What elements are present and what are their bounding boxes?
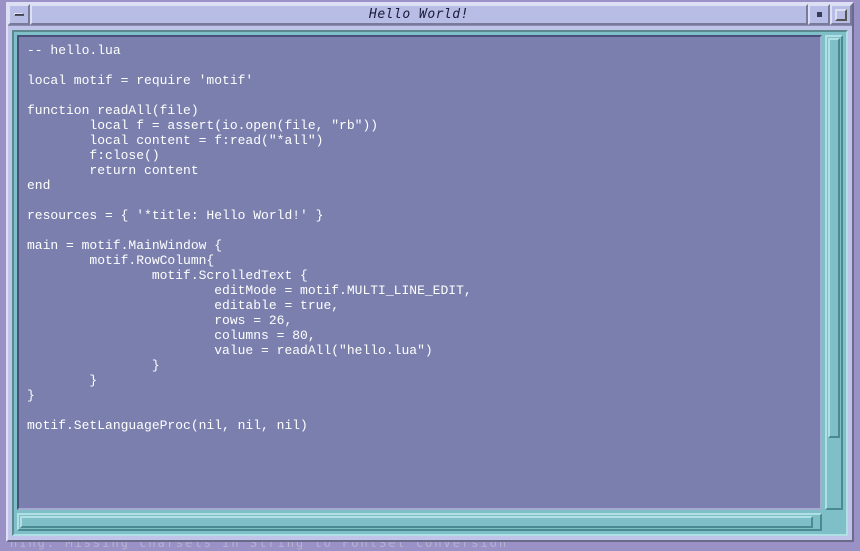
dash-icon (14, 13, 24, 16)
minimize-button[interactable] (808, 4, 830, 25)
client-area: -- hello.lua local motif = require 'moti… (12, 30, 848, 536)
text-scroll-wrapper: -- hello.lua local motif = require 'moti… (17, 35, 843, 510)
main-window: Hello World! -- hello.lua local motif = … (6, 2, 854, 542)
window-title: Hello World! (30, 4, 808, 25)
window-menu-button[interactable] (8, 4, 30, 25)
vertical-scroll-thumb[interactable] (828, 38, 840, 438)
maximize-button[interactable] (830, 4, 852, 25)
titlebar: Hello World! (8, 4, 852, 26)
horizontal-scroll-thumb[interactable] (20, 516, 813, 528)
vertical-scrollbar[interactable] (825, 35, 843, 510)
box-icon (835, 9, 847, 21)
horizontal-scrollbar[interactable] (17, 513, 822, 531)
dot-icon (817, 12, 822, 17)
code-editor[interactable]: -- hello.lua local motif = require 'moti… (17, 35, 822, 510)
